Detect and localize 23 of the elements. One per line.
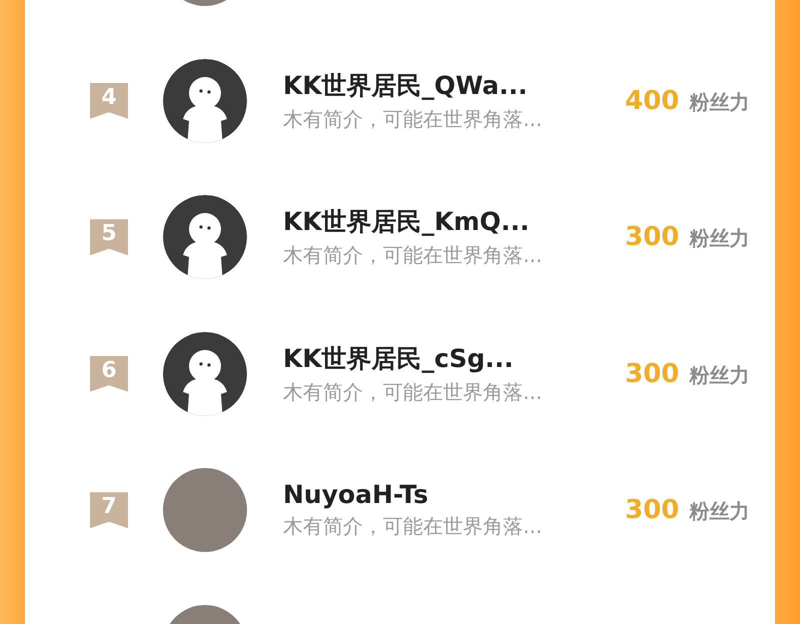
user-name: KK世界居民_QWa... bbox=[283, 70, 529, 102]
user-bio: 木有简介，可能在世界角落... bbox=[283, 242, 544, 270]
fan-label: 粉丝力 bbox=[689, 362, 750, 389]
user-bio: 木有简介，可能在世界角落... bbox=[283, 378, 544, 406]
user-bio: 木有简介，可能在世界角落... bbox=[283, 106, 544, 133]
rank-badge: 5 bbox=[90, 219, 128, 256]
user-bio: 木有简介，可能在世界角落... bbox=[283, 513, 544, 540]
default-avatar-icon bbox=[163, 195, 247, 280]
fan-count: 400 bbox=[625, 86, 680, 116]
rank-badge: 4 bbox=[90, 82, 128, 119]
fan-label: 粉丝力 bbox=[689, 88, 750, 116]
user-name: KK世界居民_cSg... bbox=[283, 342, 514, 375]
fan-count: 300 bbox=[625, 495, 680, 526]
fan-label: 粉丝力 bbox=[689, 225, 750, 252]
default-avatar-icon bbox=[163, 58, 247, 143]
default-avatar-icon bbox=[163, 332, 247, 416]
rank-badge: 6 bbox=[90, 356, 128, 392]
fan-count: 300 bbox=[625, 358, 680, 389]
user-name: KK世界居民_KmQ... bbox=[283, 206, 530, 238]
user-name: NuyoaH-Ts bbox=[283, 480, 430, 510]
rank-badge: 7 bbox=[90, 492, 128, 528]
fan-label: 粉丝力 bbox=[689, 498, 750, 526]
fan-count: 300 bbox=[625, 222, 680, 252]
